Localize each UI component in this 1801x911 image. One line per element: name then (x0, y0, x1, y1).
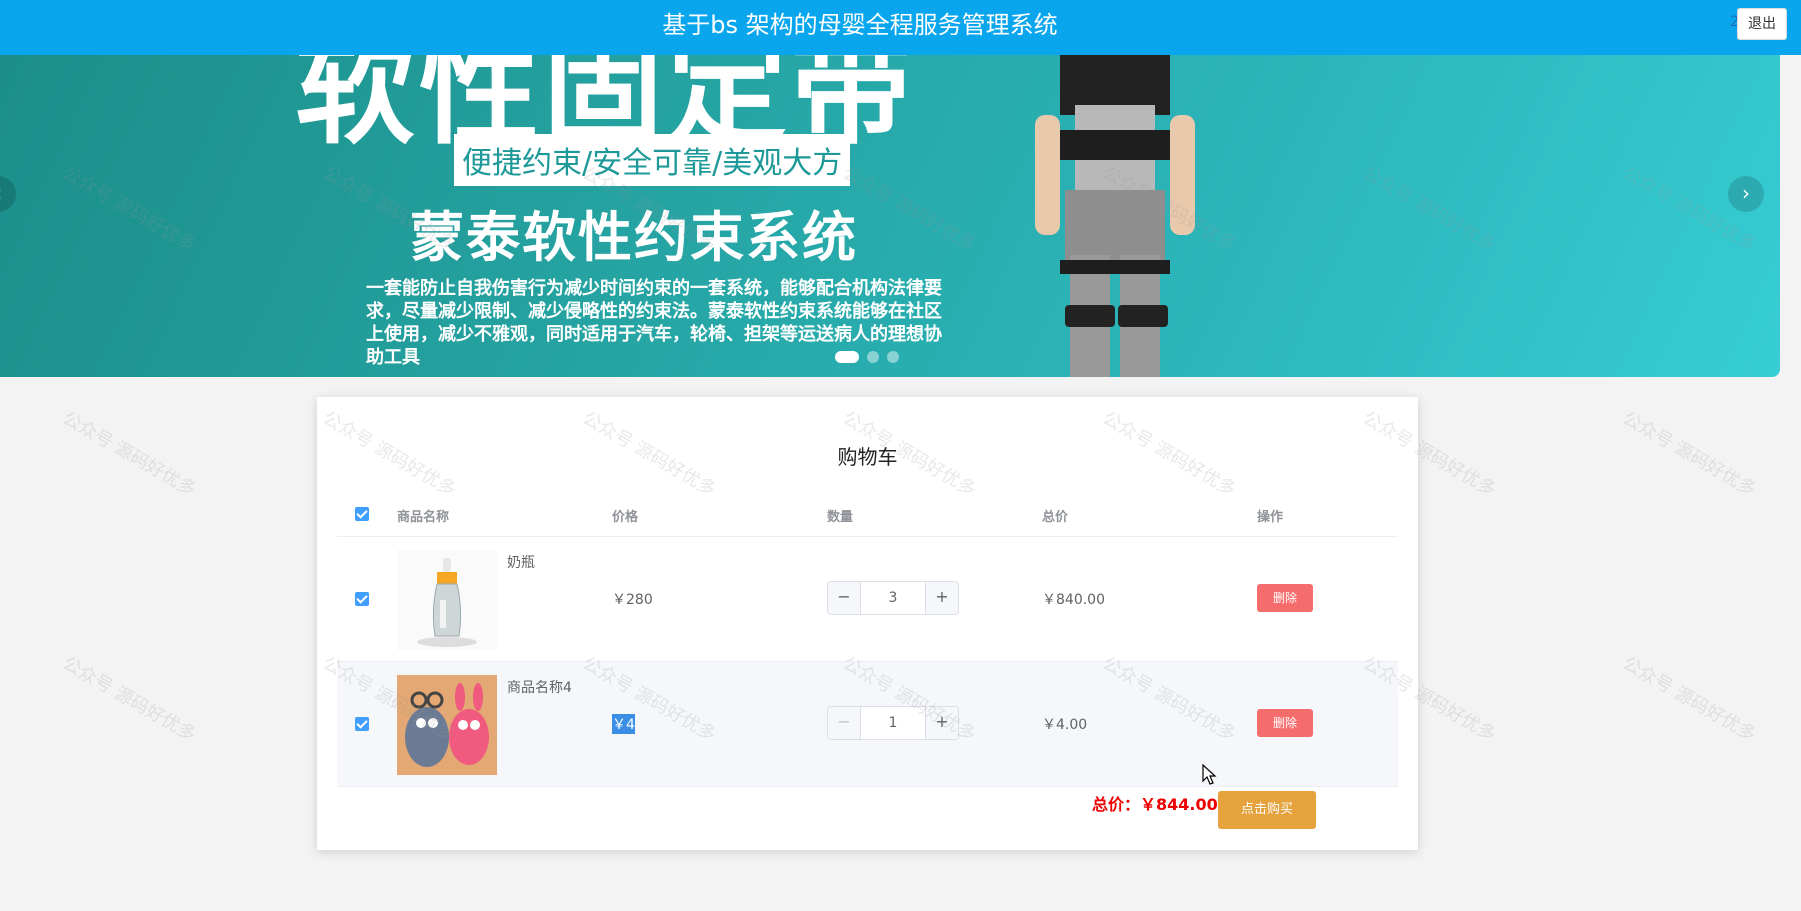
product-image-toys (397, 675, 497, 775)
row-checkbox[interactable] (355, 592, 369, 606)
delete-button[interactable]: 删除 (1257, 584, 1313, 612)
cart-title: 购物车 (837, 445, 898, 469)
cart-panel: 购物车 商品名称 价格 数量 总价 操作 奶瓶 ￥280 − 3 + ￥840.… (317, 397, 1418, 850)
product-name: 商品名称4 (507, 680, 572, 696)
cart-total: 总价：￥844.00 (1092, 795, 1218, 814)
top-bar: 基于bs 架构的母婴全程服务管理系统 2 退出 (0, 0, 1801, 55)
quantity-stepper[interactable]: − 1 + (827, 706, 959, 740)
mouse-cursor-icon (1202, 764, 1217, 785)
buy-button[interactable]: 点击购买 (1218, 791, 1316, 829)
minus-icon[interactable]: − (828, 582, 861, 614)
watermark-text: 公众号 源码好优多 (59, 652, 200, 746)
quantity-stepper[interactable]: − 3 + (827, 581, 959, 615)
minus-icon[interactable]: − (828, 707, 861, 739)
carousel-dot-2[interactable] (867, 351, 879, 363)
banner-product-name: 蒙泰软性约束系统 (410, 206, 858, 269)
col-header-total: 总价 (1042, 510, 1069, 525)
banner-tagline: 便捷约束/安全可靠/美观大方 (454, 134, 851, 186)
table-row: 商品名称4 ￥4 − 1 + ￥4.00 删除 (337, 662, 1398, 787)
product-image-bottle (397, 550, 497, 650)
quantity-input[interactable]: 1 (861, 707, 925, 739)
product-name: 奶瓶 (507, 555, 535, 571)
item-total: ￥4.00 (1042, 717, 1088, 733)
plus-icon[interactable]: + (925, 582, 958, 614)
watermark-text: 公众号 源码好优多 (1619, 407, 1760, 501)
carousel-dot-1[interactable] (835, 351, 859, 363)
col-header-op: 操作 (1257, 510, 1284, 525)
plus-icon[interactable]: + (925, 707, 958, 739)
banner-carousel: 软性固定带 便捷约束/安全可靠/美观大方 蒙泰软性约束系统 一套能防止自我伤害行… (0, 55, 1780, 377)
carousel-indicators (835, 351, 899, 363)
row-checkbox[interactable] (355, 717, 369, 731)
banner-model-figure (1035, 55, 1195, 377)
product-price: ￥280 (612, 592, 653, 608)
col-header-name: 商品名称 (397, 510, 450, 525)
watermark-text: 公众号 源码好优多 (1619, 652, 1760, 746)
table-row: 奶瓶 ￥280 − 3 + ￥840.00 删除 (337, 537, 1398, 662)
delete-button[interactable]: 删除 (1257, 709, 1313, 737)
product-price: ￥4 (612, 714, 635, 734)
cart-table-header: 商品名称 价格 数量 总价 操作 (337, 492, 1398, 537)
col-header-qty: 数量 (827, 510, 854, 525)
logout-button[interactable]: 退出 (1737, 8, 1787, 40)
carousel-prev-icon[interactable]: ‹ (0, 176, 16, 212)
carousel-next-icon[interactable]: › (1728, 176, 1764, 212)
item-total: ￥840.00 (1042, 592, 1105, 608)
carousel-dot-3[interactable] (887, 351, 899, 363)
select-all-checkbox[interactable] (355, 507, 369, 521)
watermark-text: 公众号 源码好优多 (59, 407, 200, 501)
col-header-price: 价格 (612, 510, 639, 525)
quantity-input[interactable]: 3 (861, 582, 925, 614)
page-title: 基于bs 架构的母婴全程服务管理系统 (662, 11, 1058, 39)
